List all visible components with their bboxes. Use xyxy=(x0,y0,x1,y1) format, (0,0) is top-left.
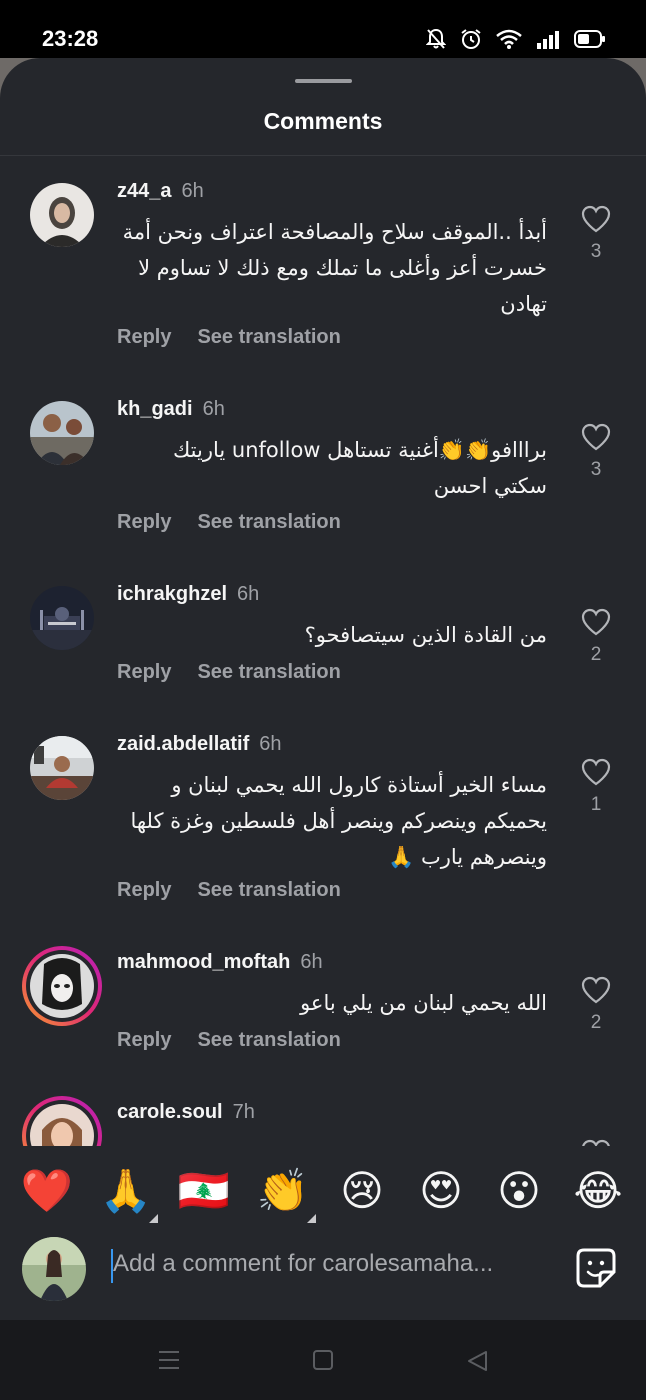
comment-text: مساء الخير أستاذة كارول الله يحمي لبنان … xyxy=(130,773,547,869)
sticker-icon[interactable] xyxy=(574,1246,618,1295)
signal-icon xyxy=(536,29,560,49)
avatar[interactable] xyxy=(30,183,94,247)
system-nav-bar xyxy=(0,1320,646,1400)
comment-username[interactable]: mahmood_moftah xyxy=(117,951,290,973)
emoji-lebanon-flag[interactable]: 🇱🇧 xyxy=(177,1165,231,1217)
comment-item: z44_a 6h أبدأ ..الموقف سلاح والمصافحة اعت… xyxy=(0,158,646,368)
comment-username[interactable]: kh_gadi xyxy=(117,398,193,420)
comment-item: ichrakghzel 6h من القادة الذين سيتصافحو؟ … xyxy=(0,553,646,703)
comment-username[interactable]: carole.soul xyxy=(117,1101,223,1123)
like-area: 2 xyxy=(580,608,612,666)
comment-item: zaid.abdellatif 6h مساء الخير أستاذة كارو… xyxy=(0,703,646,921)
skin-tone-indicator xyxy=(149,1214,158,1223)
heart-icon[interactable] xyxy=(580,976,612,1004)
emoji-heart-eyes[interactable]: 😍 xyxy=(414,1165,468,1217)
like-count: 1 xyxy=(590,794,602,815)
like-count: 3 xyxy=(590,241,602,262)
back-icon[interactable] xyxy=(466,1350,488,1372)
heart-icon[interactable] xyxy=(580,205,612,233)
comments-sheet: Comments z44_a 6h أبدأ ..الموقف سلاح والم… xyxy=(0,58,646,1320)
heart-icon[interactable] xyxy=(580,758,612,786)
comment-time: 6h xyxy=(202,398,225,420)
see-translation-button[interactable]: See translation xyxy=(197,326,340,348)
reply-button[interactable]: Reply xyxy=(117,661,171,683)
like-area: 3 xyxy=(580,423,612,481)
skin-tone-indicator xyxy=(307,1214,316,1223)
heart-icon[interactable] xyxy=(580,608,612,636)
avatar xyxy=(30,1104,94,1146)
avatar-story-ring[interactable] xyxy=(22,1096,102,1146)
like-count: 3 xyxy=(590,459,602,480)
avatar[interactable] xyxy=(30,401,94,465)
status-bar: 23:28 xyxy=(0,0,646,60)
reply-button[interactable]: Reply xyxy=(117,879,171,901)
reply-button[interactable]: Reply xyxy=(117,1029,171,1051)
comment-text: برااافو👏👏أغنية تستاهل unfollow ياريتك سك… xyxy=(172,438,547,498)
recent-apps-icon[interactable] xyxy=(158,1350,180,1370)
like-count: 2 xyxy=(590,644,602,665)
like-area: 2 xyxy=(580,976,612,1034)
comment-text: من القادة الذين سيتصافحو؟ xyxy=(304,623,547,647)
comment-text: أبدأ ..الموقف سلاح والمصافحة اعتراف ونحن… xyxy=(122,220,547,316)
avatar[interactable] xyxy=(30,586,94,650)
emoji-surprised[interactable]: 😮 xyxy=(492,1165,546,1217)
current-user-avatar xyxy=(22,1237,86,1301)
comment-input-bar: Add a comment for carolesamaha... xyxy=(0,1230,646,1320)
sheet-drag-handle[interactable] xyxy=(295,79,352,83)
status-time: 23:28 xyxy=(42,26,99,51)
like-area: 1 xyxy=(580,758,612,816)
heart-icon[interactable] xyxy=(580,423,612,451)
heart-icon[interactable] xyxy=(580,1139,612,1146)
status-icons xyxy=(426,28,606,50)
alarm-icon xyxy=(460,28,482,50)
comment-text: الله يحمي لبنان من يلي باعو xyxy=(300,991,547,1015)
comment-input[interactable]: Add a comment for carolesamaha... xyxy=(113,1250,493,1278)
home-icon[interactable] xyxy=(313,1350,333,1370)
reply-button[interactable]: Reply xyxy=(117,326,171,348)
comment-time: 6h xyxy=(237,583,260,605)
wifi-icon xyxy=(496,29,522,49)
like-count: 2 xyxy=(590,1012,602,1033)
reply-button[interactable]: Reply xyxy=(117,511,171,533)
see-translation-button[interactable]: See translation xyxy=(197,879,340,901)
comment-item: kh_gadi 6h برااافو👏👏أغنية تستاهل unfollow… xyxy=(0,368,646,553)
see-translation-button[interactable]: See translation xyxy=(197,661,340,683)
comment-item: mahmood_moftah 6h الله يحمي لبنان من يلي … xyxy=(0,921,646,1071)
comment-username[interactable]: z44_a xyxy=(117,180,172,202)
comment-time: 6h xyxy=(181,180,204,202)
see-translation-button[interactable]: See translation xyxy=(197,1029,340,1051)
emoji-crying[interactable]: 😢 xyxy=(335,1165,389,1217)
battery-icon xyxy=(574,29,606,49)
comment-username[interactable]: zaid.abdellatif xyxy=(117,733,249,755)
avatar xyxy=(30,954,94,1018)
comment-time: 6h xyxy=(259,733,282,755)
comment-time: 7h xyxy=(232,1101,255,1123)
comment-username[interactable]: ichrakghzel xyxy=(117,583,227,605)
emoji-clap[interactable]: 👏 xyxy=(256,1165,310,1217)
comment-item: carole.soul 7h xyxy=(0,1071,646,1146)
divider xyxy=(0,155,646,156)
comment-time: 6h xyxy=(300,951,323,973)
like-area: 3 xyxy=(580,205,612,263)
sheet-title: Comments xyxy=(263,108,383,134)
mute-icon xyxy=(426,28,446,50)
comments-list[interactable]: z44_a 6h أبدأ ..الموقف سلاح والمصافحة اعت… xyxy=(0,158,646,1146)
avatar-story-ring[interactable] xyxy=(22,946,102,1026)
emoji-laughing[interactable]: 😂 xyxy=(571,1165,625,1217)
like-area xyxy=(580,1139,612,1146)
avatar[interactable] xyxy=(30,736,94,800)
see-translation-button[interactable]: See translation xyxy=(197,511,340,533)
emoji-heart[interactable]: ❤️ xyxy=(20,1165,74,1217)
emoji-pray[interactable]: 🙏 xyxy=(99,1165,153,1217)
emoji-reaction-bar: ❤️ 🙏 🇱🇧 👏 😢 😍 😮 😂 xyxy=(0,1148,646,1230)
